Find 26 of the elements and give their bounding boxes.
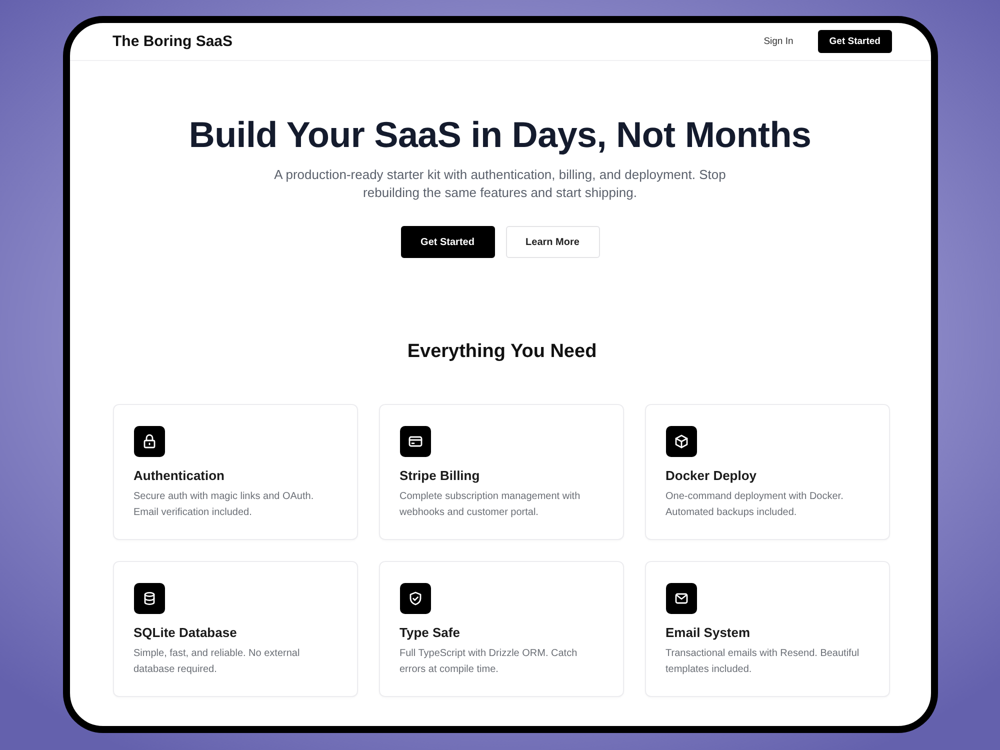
feature-title: Stripe Billing <box>400 467 481 485</box>
envelope-icon <box>666 583 696 614</box>
section-heading: Everything You Need <box>406 340 598 364</box>
cube-icon <box>666 426 696 457</box>
site-logo[interactable]: The Boring SaaS <box>112 33 233 50</box>
feature-description: One-command deployment with Docker. Automated backups included. <box>666 490 844 520</box>
feature-description: Transactional emails with Resend. Beautiful templates included. <box>666 647 860 677</box>
feature-title: Type Safe <box>400 624 461 642</box>
feature-title: Email System <box>666 624 752 642</box>
get-started-button[interactable]: Get Started <box>400 226 494 258</box>
feature-title: Docker Deploy <box>666 467 758 485</box>
hero-title: Build Your SaaS in Days, Not Months <box>188 113 812 157</box>
credit-card-icon <box>400 426 430 457</box>
shield-check-icon <box>400 583 430 614</box>
feature-title: Authentication <box>134 467 226 485</box>
hero-subtitle: A production-ready starter kit with authentication, billing, and deployment. Stop rebuilding the same features and start shipping. <box>273 166 727 202</box>
nav-get-started-button[interactable]: Get Started <box>818 30 892 53</box>
learn-more-button[interactable]: Learn More <box>506 226 600 258</box>
feature-title: SQLite Database <box>134 624 238 642</box>
database-icon <box>134 583 164 614</box>
feature-description: Complete subscription management with webhooks and customer portal. <box>400 490 582 520</box>
padlock-icon <box>134 426 164 457</box>
nav-sign-in-link[interactable]: Sign In <box>758 30 798 53</box>
feature-description: Full TypeScript with Drizzle ORM. Catch errors at compile time. <box>400 647 578 677</box>
feature-description: Simple, fast, and reliable. No external database required. <box>134 647 301 677</box>
feature-description: Secure auth with magic links and OAuth. Email verification included. <box>134 490 315 520</box>
